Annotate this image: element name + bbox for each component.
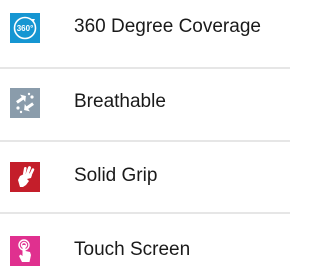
divider — [0, 212, 290, 214]
feature-label-touch-screen: Touch Screen — [74, 239, 191, 260]
feature-label-solid-grip: Solid Grip — [74, 165, 158, 186]
feature-label-breathable: Breathable — [74, 91, 166, 112]
feature-item-touch-screen: Touch Screen — [0, 228, 290, 272]
airflow-arrows-icon — [10, 88, 40, 118]
feature-label-360-coverage: 360 Degree Coverage — [74, 16, 261, 37]
feature-list: 360° 360 Degree Coverage Breathable Soli… — [0, 0, 290, 266]
divider — [0, 67, 290, 69]
divider — [0, 140, 290, 142]
gripping-hand-icon — [10, 162, 40, 192]
feature-item-solid-grip: Solid Grip — [0, 154, 290, 198]
rotation-360-icon: 360° — [10, 13, 40, 43]
rotation-360-text: 360° — [17, 24, 34, 33]
feature-item-breathable: Breathable — [0, 80, 290, 124]
finger-tap-icon — [10, 236, 40, 266]
feature-item-360-coverage: 360° 360 Degree Coverage — [0, 5, 290, 49]
